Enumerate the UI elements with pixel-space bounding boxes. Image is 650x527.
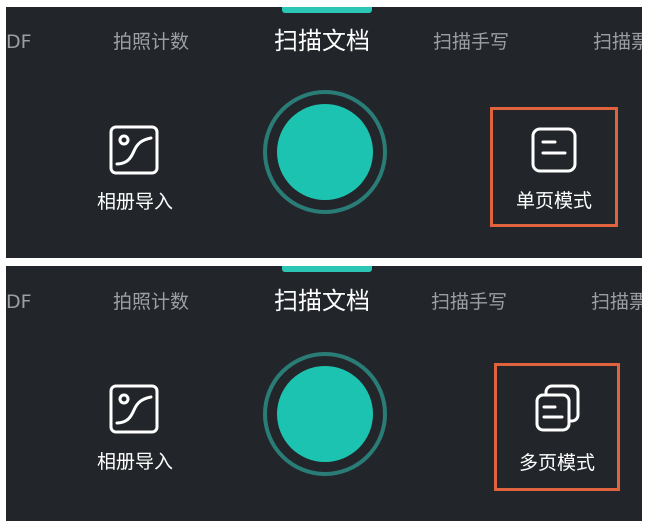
tab-scan-document[interactable]: 扫描文档	[274, 289, 370, 313]
shutter-button[interactable]	[263, 352, 387, 476]
page-mode-button[interactable]: 单页模式	[490, 107, 618, 227]
page-mode-label: 多页模式	[518, 452, 595, 474]
shutter-button[interactable]	[263, 90, 387, 214]
album-import-button[interactable]: 相册导入	[88, 123, 182, 223]
album-icon	[109, 125, 159, 175]
page-mode-button[interactable]: 多页模式	[494, 363, 620, 491]
tab-scan-handwriting[interactable]: 扫描手写	[431, 293, 507, 312]
album-icon	[109, 384, 159, 434]
camera-toolbar-single: DF 拍照计数 扫描文档 扫描手写 扫描票 相册导入 单页模式	[6, 7, 642, 258]
active-tab-indicator	[282, 266, 372, 272]
album-import-label: 相册导入	[96, 191, 173, 213]
tab-photo-count[interactable]: 拍照计数	[113, 33, 189, 52]
album-import-button[interactable]: 相册导入	[88, 382, 182, 482]
multi-page-icon	[535, 384, 580, 432]
tab-scan-document[interactable]: 扫描文档	[274, 29, 370, 53]
tab-pdf[interactable]: DF	[6, 33, 32, 52]
single-page-icon	[531, 127, 577, 173]
active-tab-indicator	[282, 7, 372, 13]
shutter-inner	[277, 366, 373, 462]
tab-scan-handwriting[interactable]: 扫描手写	[433, 33, 509, 52]
tab-photo-count[interactable]: 拍照计数	[113, 293, 189, 312]
tab-pdf[interactable]: DF	[6, 293, 32, 312]
shutter-inner	[277, 104, 373, 200]
album-import-label: 相册导入	[96, 451, 173, 473]
tab-scan-receipt[interactable]: 扫描票	[593, 33, 642, 52]
page-mode-label: 单页模式	[515, 190, 592, 212]
camera-toolbar-multi: DF 拍照计数 扫描文档 扫描手写 扫描票 相册导入 多页模式	[6, 266, 642, 521]
tab-scan-receipt[interactable]: 扫描票	[591, 293, 642, 312]
